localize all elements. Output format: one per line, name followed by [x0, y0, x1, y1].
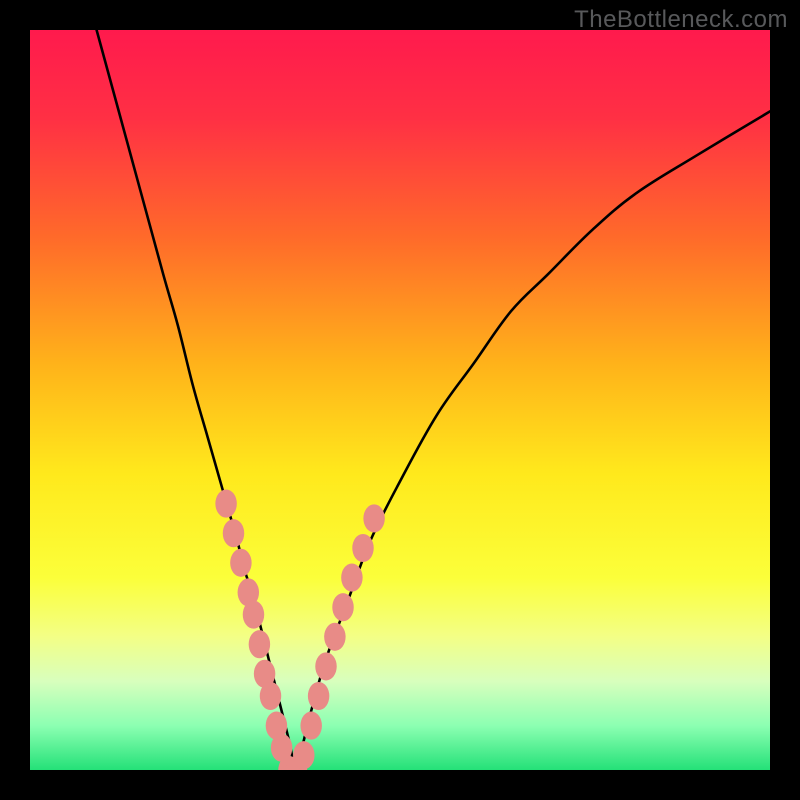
marker-dot	[230, 549, 251, 577]
marker-dot	[324, 623, 345, 651]
marker-dot	[332, 593, 353, 621]
highlight-markers	[30, 30, 770, 770]
marker-dot	[215, 490, 236, 518]
marker-dot	[223, 519, 244, 547]
marker-dot	[300, 712, 321, 740]
plot-area	[30, 30, 770, 770]
marker-dot	[363, 504, 384, 532]
marker-dot	[243, 601, 264, 629]
watermark-text: TheBottleneck.com	[574, 6, 788, 34]
chart-stage: TheBottleneck.com	[0, 0, 800, 800]
marker-dot	[341, 564, 362, 592]
marker-dot	[293, 741, 314, 769]
marker-dot	[315, 652, 336, 680]
marker-dot	[308, 682, 329, 710]
marker-dot	[249, 630, 270, 658]
marker-dot	[260, 682, 281, 710]
marker-dot	[352, 534, 373, 562]
